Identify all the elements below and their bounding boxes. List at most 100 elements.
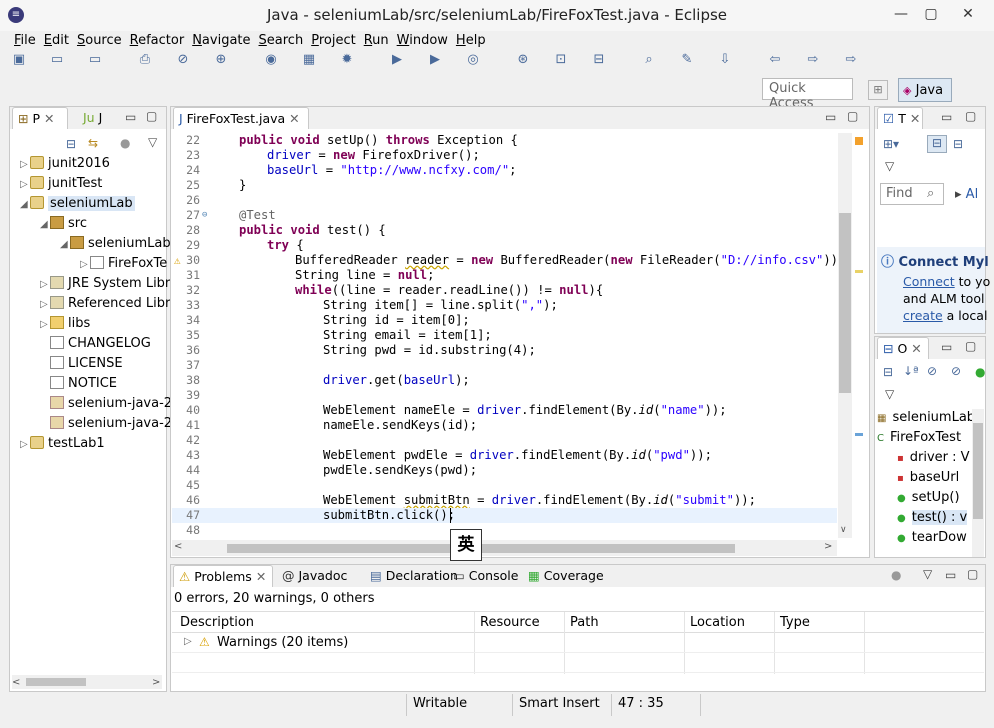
outline-item[interactable]: ● setUp() xyxy=(897,490,960,505)
code-line[interactable]: pwdEle.sendKeys(pwd); xyxy=(323,463,477,477)
twisty-icon[interactable]: ▷ xyxy=(40,299,50,310)
save-all-icon[interactable]: ▭ xyxy=(86,51,104,69)
column-header-location[interactable]: Location xyxy=(690,615,745,630)
tree-item[interactable]: ▷ JRE System Libr xyxy=(40,276,170,291)
twisty-icon[interactable]: ▷ xyxy=(20,439,30,450)
menu-window[interactable]: Window xyxy=(393,31,452,51)
tab-console[interactable]: ▭ Console xyxy=(448,565,522,587)
tree-item[interactable]: selenium-java-2 xyxy=(40,416,172,431)
collapse-all-icon[interactable]: ⊟ xyxy=(883,365,893,379)
view-menu-icon[interactable]: ▽ xyxy=(885,387,894,401)
tree-item[interactable]: ▷ FireFoxTe xyxy=(80,256,167,271)
tree-item[interactable]: ▷ junit2016 xyxy=(20,156,110,171)
skip-breakpoints-icon[interactable]: ⊘ xyxy=(174,51,192,69)
column-header-resource[interactable]: Resource xyxy=(480,615,540,630)
twisty-icon[interactable]: ◢ xyxy=(60,239,70,250)
close-icon[interactable]: ✕ xyxy=(256,569,266,584)
table-row[interactable]: ▷ ⚠ Warnings (20 items) xyxy=(172,633,984,653)
menu-navigate[interactable]: Navigate xyxy=(188,31,254,51)
close-icon[interactable]: ✕ xyxy=(911,341,921,356)
menu-project[interactable]: Project xyxy=(307,31,360,51)
focus-icon[interactable]: ● xyxy=(120,136,130,150)
code-line[interactable]: String email = item[1]; xyxy=(323,328,492,342)
code-line[interactable]: @Test xyxy=(239,208,276,222)
warning-icon[interactable]: ⚠ xyxy=(174,254,181,267)
outline-item[interactable]: C FireFoxTest xyxy=(877,430,961,445)
twisty-icon[interactable]: ◢ xyxy=(20,199,30,210)
twisty-icon[interactable]: ▷ xyxy=(40,319,50,330)
code-line[interactable]: String item[] = line.split(","); xyxy=(323,298,558,312)
link-with-editor-icon[interactable]: ⇆ xyxy=(88,136,98,150)
twisty-icon[interactable]: ▷ xyxy=(20,159,30,170)
search-icon[interactable]: ⌕ xyxy=(640,51,658,69)
maximize-icon[interactable]: ▢ xyxy=(967,567,978,581)
open-task-icon[interactable]: ⊟ xyxy=(590,51,608,69)
twisty-icon[interactable]: ▷ xyxy=(40,279,50,290)
code-line[interactable]: submitBtn.click(); xyxy=(323,508,455,522)
focus-icon[interactable]: ● xyxy=(891,568,901,582)
code-line[interactable]: String pwd = id.substring(4); xyxy=(323,343,536,357)
tab-firefoxtest-java[interactable]: J FireFoxTest.java ✕ xyxy=(173,107,309,129)
close-icon[interactable]: ✕ xyxy=(289,111,299,126)
scheduled-icon[interactable]: ⊟ xyxy=(953,137,963,151)
hide-nonpublic-icon[interactable]: ● xyxy=(975,365,985,379)
tab-outline[interactable]: ⊟ O ✕ xyxy=(877,337,929,359)
hide-fields-icon[interactable]: ⊘ xyxy=(927,364,937,378)
tree-item[interactable]: ▷ Referenced Libr xyxy=(40,296,170,311)
code-line[interactable]: baseUrl = "http://www.ncfxy.com/"; xyxy=(267,163,517,177)
close-icon[interactable]: ✕ xyxy=(910,111,920,126)
minimize-icon[interactable]: ▭ xyxy=(825,110,836,124)
code-line[interactable]: WebElement pwdEle = driver.findElement(B… xyxy=(323,448,712,462)
code-line[interactable]: driver = new FirefoxDriver(); xyxy=(267,148,480,162)
scroll-right-icon[interactable]: > xyxy=(824,541,832,552)
twisty-icon[interactable]: ▷ xyxy=(80,259,90,270)
code-line[interactable]: while((line = reader.readLine()) != null… xyxy=(295,283,603,297)
code-line[interactable]: String line = null; xyxy=(295,268,434,282)
sort-icon[interactable]: ↓ª xyxy=(903,364,919,378)
hide-static-icon[interactable]: ⊘ xyxy=(951,364,961,378)
outline-scrollbar[interactable] xyxy=(972,409,984,557)
menu-source[interactable]: Source xyxy=(73,31,126,51)
code-editor[interactable]: 22 public void setUp() throws Exception {… xyxy=(172,133,837,538)
scroll-left-icon[interactable]: < xyxy=(174,541,182,552)
close-button[interactable]: ✕ xyxy=(955,3,981,25)
scrollbar-thumb[interactable] xyxy=(973,423,983,519)
twisty-icon[interactable]: ▷ xyxy=(20,179,30,190)
overview-marker[interactable] xyxy=(855,433,863,436)
fold-icon[interactable]: ⊖ xyxy=(202,210,207,220)
code-line[interactable]: public void test() { xyxy=(239,223,386,237)
scroll-left-icon[interactable]: < xyxy=(12,677,20,688)
column-header-description[interactable]: Description xyxy=(180,615,254,630)
print-icon[interactable]: ⎙ xyxy=(136,51,154,69)
new-task-icon[interactable]: ⊞▾ xyxy=(883,137,899,151)
outline-item[interactable]: ● test() : v xyxy=(897,510,968,525)
minimize-icon[interactable]: ▭ xyxy=(941,110,952,124)
maximize-icon[interactable]: ▢ xyxy=(965,109,976,123)
maximize-icon[interactable]: ▢ xyxy=(146,109,157,123)
twisty-icon[interactable]: ◢ xyxy=(40,219,50,230)
tree-item[interactable]: selenium-java-2 xyxy=(40,396,172,411)
categorized-icon[interactable]: ⊟ xyxy=(927,135,947,153)
maximize-icon[interactable]: ▢ xyxy=(847,109,858,123)
column-header-path[interactable]: Path xyxy=(570,615,599,630)
forward-icon[interactable]: ⇨ xyxy=(804,51,822,69)
outline-item[interactable]: ● tearDow xyxy=(897,530,967,545)
code-line[interactable]: driver.get(baseUrl); xyxy=(323,373,470,387)
code-line[interactable]: } xyxy=(239,178,246,192)
view-menu-icon[interactable]: ▽ xyxy=(885,159,894,173)
connect-link[interactable]: Connect xyxy=(903,274,955,289)
code-line[interactable]: public void setUp() throws Exception { xyxy=(239,133,518,147)
menu-search[interactable]: Search xyxy=(255,31,308,51)
open-perspective-icon[interactable]: ⊞ xyxy=(868,80,888,100)
new-package-icon[interactable]: ▦ xyxy=(300,51,318,69)
tab-declaration[interactable]: ▤ Declaration xyxy=(365,565,458,587)
run-icon[interactable]: ▶ xyxy=(388,51,406,69)
run-external-icon[interactable]: ▶ xyxy=(426,51,444,69)
tab-javadoc[interactable]: @ Javadoc xyxy=(277,565,363,587)
tree-item[interactable]: LICENSE xyxy=(40,356,123,371)
pin-icon[interactable]: ⇨ xyxy=(842,51,860,69)
task-find-input[interactable]: Find ⌕ xyxy=(880,183,944,205)
tree-item[interactable]: ▷ libs xyxy=(40,316,90,331)
overview-marker[interactable] xyxy=(855,270,863,273)
tab-problems[interactable]: ⚠ Problems ✕ xyxy=(173,565,273,587)
